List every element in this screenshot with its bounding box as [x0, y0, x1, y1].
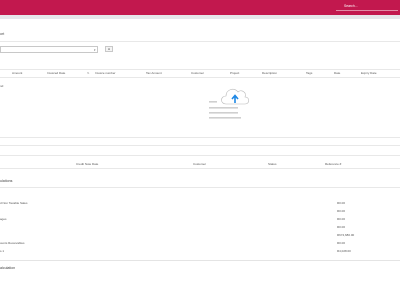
calculations-title: ulations	[0, 179, 13, 183]
column-header-credit-note-date[interactable]: Credit Note Date	[76, 162, 98, 166]
calc-label: s.1	[0, 249, 5, 253]
calc-value: R0.00	[337, 209, 346, 213]
calc-label: ounts Receivables	[0, 241, 25, 245]
column-header-invoice-number[interactable]: Invoice number	[95, 71, 116, 75]
filter-icon: ⊞	[107, 47, 111, 51]
search-input[interactable]: Search...	[336, 3, 398, 11]
column-header-tags[interactable]: Tags	[306, 71, 312, 75]
calc-value: R0.00	[337, 241, 346, 245]
divider	[0, 69, 400, 70]
divider	[0, 77, 400, 78]
column-header-project[interactable]: Project	[230, 71, 239, 75]
placeholder-line	[209, 112, 238, 114]
calc-value: R0.00	[337, 217, 346, 221]
column-header-amount[interactable]: Amount	[12, 71, 22, 75]
calculation-section-title: alculation	[0, 266, 16, 270]
placeholder-line	[209, 117, 241, 119]
placeholder-line	[209, 101, 217, 103]
column-header-customer[interactable]: Customer	[191, 71, 204, 75]
report-select[interactable]: ▾	[0, 46, 98, 53]
divider	[0, 155, 400, 156]
search-placeholder: Search...	[344, 4, 358, 8]
column-header-reference[interactable]: Reference #	[325, 162, 341, 166]
calc-value: R674,680.00	[337, 233, 355, 237]
upload-illustration	[209, 88, 250, 119]
column-header-customer[interactable]: Customer	[193, 162, 206, 166]
divider	[0, 187, 400, 188]
empty-state-label: nd	[0, 84, 4, 88]
calc-label: d Non Taxable Sales	[0, 201, 28, 205]
divider	[0, 145, 400, 146]
chevron-down-icon: ▾	[93, 48, 96, 52]
top-navigation-bar: Search...	[0, 0, 400, 15]
calc-value: R0.00	[337, 201, 346, 205]
filter-button[interactable]: ⊞	[105, 46, 113, 52]
divider	[0, 260, 400, 261]
column-header-date[interactable]: Date	[334, 71, 340, 75]
report-title: ort	[0, 32, 5, 36]
column-header-status[interactable]: Status	[268, 162, 277, 166]
column-header-invoiced-date[interactable]: Invoiced Date	[47, 71, 65, 75]
column-header-expiry-date[interactable]: Expiry Date	[361, 71, 377, 75]
placeholder-line	[209, 107, 238, 109]
column-header-description[interactable]: Description	[262, 71, 277, 75]
calc-label: ages	[0, 217, 7, 221]
sub-navigation-bar	[0, 15, 400, 19]
sort-icon[interactable]: ⇅	[87, 71, 90, 75]
calc-value: R0.00	[337, 225, 346, 229]
divider	[0, 168, 400, 169]
divider	[0, 137, 400, 138]
calc-value: R4,028.00	[337, 249, 351, 253]
divider	[0, 41, 400, 42]
column-header-tax-amount[interactable]: Tax Amount	[146, 71, 162, 75]
